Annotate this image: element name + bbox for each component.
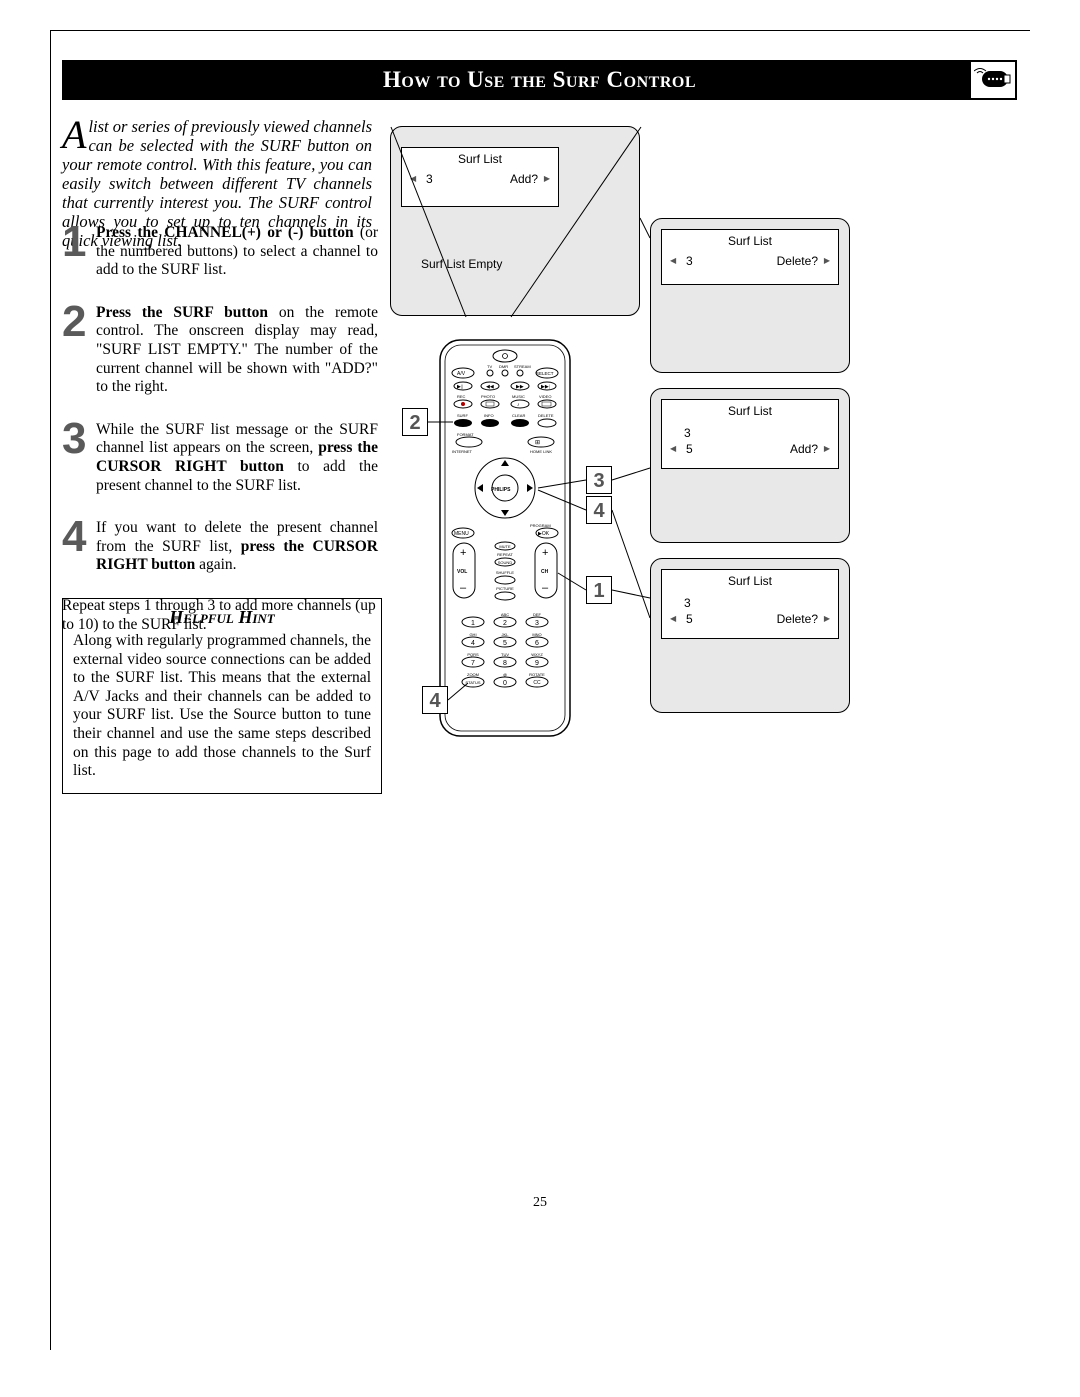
svg-text:GHI: GHI xyxy=(469,632,476,637)
svg-text:STREAM: STREAM xyxy=(514,364,531,369)
step-1: 1 Press the CHANNEL(+) or (-) button (or… xyxy=(62,222,378,280)
svg-text:VOL: VOL xyxy=(457,569,467,575)
svg-text:DEF: DEF xyxy=(533,612,542,617)
svg-text:INTERNET: INTERNET xyxy=(452,449,473,454)
svg-text:@: @ xyxy=(503,672,507,677)
tv-screen-2: Surf List ◀ 3 Delete? ▶ xyxy=(650,218,850,373)
svg-text:TUV: TUV xyxy=(501,652,509,657)
svg-text:ABC: ABC xyxy=(501,612,509,617)
svg-text:CH: CH xyxy=(541,569,549,575)
steps-list: 1 Press the CHANNEL(+) or (-) button (or… xyxy=(62,222,378,634)
svg-text:▶OK: ▶OK xyxy=(538,531,550,537)
svg-text:WXYZ: WXYZ xyxy=(531,652,543,657)
svg-text:–: – xyxy=(460,582,467,594)
step-4: 4 If you want to delete the present chan… xyxy=(62,517,378,575)
callout-3: 3 xyxy=(586,466,612,494)
svg-text:6: 6 xyxy=(535,640,539,647)
page-number: 25 xyxy=(0,1195,1080,1211)
svg-text:A/V: A/V xyxy=(457,371,466,377)
svg-text:7: 7 xyxy=(471,660,475,667)
svg-text:VIDEO: VIDEO xyxy=(539,394,551,399)
remote-icon xyxy=(971,62,1015,98)
svg-text:1: 1 xyxy=(471,620,475,627)
svg-text:PHILIPS: PHILIPS xyxy=(491,487,511,493)
svg-text:2: 2 xyxy=(503,620,507,627)
svg-text:HOME LINK: HOME LINK xyxy=(530,449,552,454)
callout-2: 2 xyxy=(402,408,428,436)
svg-text:4: 4 xyxy=(471,640,475,647)
svg-text:MNO: MNO xyxy=(532,632,541,637)
svg-text:REC: REC xyxy=(457,394,466,399)
osd-2: Surf List ◀ 3 Delete? ▶ xyxy=(661,229,839,285)
svg-text:PQRS: PQRS xyxy=(467,652,479,657)
svg-text:⊞: ⊞ xyxy=(535,440,540,446)
svg-text:9: 9 xyxy=(535,660,539,667)
svg-text:PROGRAM: PROGRAM xyxy=(530,523,551,528)
svg-text:CLEAR: CLEAR xyxy=(512,413,525,418)
page-title: How to Use the Surf Control xyxy=(62,60,1017,100)
svg-text:+: + xyxy=(460,547,466,559)
svg-text:MENU: MENU xyxy=(454,531,469,537)
svg-text:▶||: ▶|| xyxy=(457,384,463,390)
svg-text:3: 3 xyxy=(535,620,539,627)
svg-text:SHUFFLE: SHUFFLE xyxy=(496,570,515,575)
callout-4a: 4 xyxy=(586,496,612,524)
svg-text:REPEAT: REPEAT xyxy=(497,552,513,557)
svg-text:FORMAT: FORMAT xyxy=(457,432,474,437)
svg-text:INFO: INFO xyxy=(484,413,494,418)
svg-text:▶▶: ▶▶ xyxy=(516,384,524,390)
hint-title: Helpful Hint xyxy=(73,607,371,628)
svg-text:▶▶|: ▶▶| xyxy=(541,384,550,390)
svg-text:MUSIC: MUSIC xyxy=(512,394,525,399)
tv-screen-4: Surf List 3 ◀ 5 Delete? ▶ xyxy=(650,558,850,713)
callout-1: 1 xyxy=(586,576,612,604)
svg-text:+: + xyxy=(542,547,548,559)
step-3: 3 While the SURF list message or the SUR… xyxy=(62,419,378,495)
tv-screen-1: Surf List ◀ 3 Add? ▶ Surf List Empty xyxy=(390,126,640,316)
svg-text:STATUS: STATUS xyxy=(465,680,481,685)
tv-screen-3: Surf List 3 ◀ 5 Add? ▶ xyxy=(650,388,850,543)
svg-text:5: 5 xyxy=(503,640,507,647)
osd-3: Surf List 3 ◀ 5 Add? ▶ xyxy=(661,399,839,469)
svg-text:SURF: SURF xyxy=(457,413,468,418)
svg-text:ZOOM: ZOOM xyxy=(467,672,479,677)
svg-text:0: 0 xyxy=(503,680,507,687)
step-2: 2 Press the SURF button on the remote co… xyxy=(62,302,378,397)
svg-text:DMR: DMR xyxy=(499,364,508,369)
remote-control: TV DMR STREAM A/V SELECT ▶|| ◀◀ ▶▶ ▶▶| R… xyxy=(435,338,575,738)
svg-text:DELETE: DELETE xyxy=(538,413,554,418)
svg-text:8: 8 xyxy=(503,660,507,667)
hint-text: Along with regularly programmed channels… xyxy=(73,632,371,781)
svg-text:TV: TV xyxy=(487,364,492,369)
svg-text:ROTATE: ROTATE xyxy=(529,672,545,677)
svg-text:MUTE: MUTE xyxy=(499,544,511,549)
svg-text:PHOTO: PHOTO xyxy=(481,394,495,399)
svg-text:JKL: JKL xyxy=(502,632,510,637)
svg-text:SOUND: SOUND xyxy=(498,560,513,565)
svg-text:PICTURE: PICTURE xyxy=(496,586,514,591)
svg-text:–: – xyxy=(542,582,549,594)
svg-text:◀◀: ◀◀ xyxy=(486,384,494,390)
helpful-hint-box: Helpful Hint Along with regularly progra… xyxy=(62,598,382,794)
svg-text:CC: CC xyxy=(533,680,541,686)
osd-4: Surf List 3 ◀ 5 Delete? ▶ xyxy=(661,569,839,639)
diagram-area: Surf List ◀ 3 Add? ▶ Surf List Empty Sur… xyxy=(390,118,1020,738)
callout-4b: 4 xyxy=(422,686,448,714)
svg-text:SELECT: SELECT xyxy=(536,371,554,376)
